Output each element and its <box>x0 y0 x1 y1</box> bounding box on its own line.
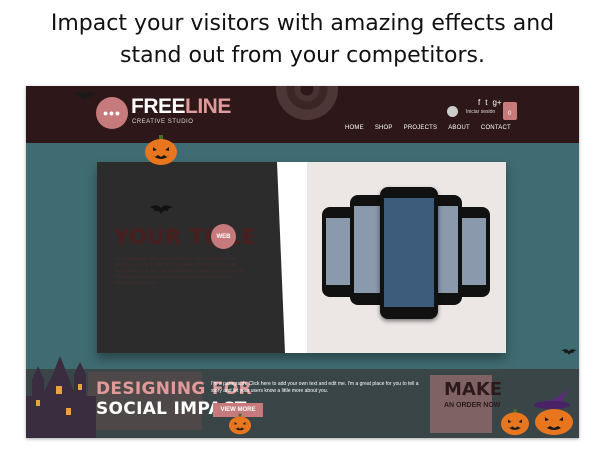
phone-center <box>380 187 438 319</box>
jack-o-lantern-icon <box>145 135 177 165</box>
brand-part-line: LINE <box>185 95 231 118</box>
jack-o-lantern-icon <box>501 408 529 436</box>
menu-item-home[interactable]: HOME <box>345 125 364 131</box>
hero-paragraph: I'm a paragraph. Click here to add your … <box>115 256 243 285</box>
logo-glyph: ••• <box>103 105 121 121</box>
haunted-house-icon <box>26 356 96 438</box>
facebook-icon[interactable]: f <box>478 98 480 107</box>
menu-item-about[interactable]: ABOUT <box>448 125 470 131</box>
site-header: ••• FREELINE CREATIVE STUDIO f t g+ Inic… <box>26 86 579 143</box>
cart-count: 0 <box>508 111 512 117</box>
witch-hat-pumpkin-icon <box>534 388 573 435</box>
bat-icon <box>561 349 577 355</box>
web-badge: WEB <box>211 224 236 249</box>
jack-o-lantern-icon <box>229 413 251 435</box>
main-menu: HOME SHOP PROJECTS ABOUT CONTACT <box>345 125 511 131</box>
brand-name[interactable]: FREELINE <box>131 95 231 119</box>
brand-part-free: FREE <box>131 95 186 118</box>
hero-section: YOUR TITLE WEB I'm a paragraph. Click he… <box>97 162 506 353</box>
headline-line-2: stand out from your competitors. <box>120 43 485 68</box>
website-preview: ••• FREELINE CREATIVE STUDIO f t g+ Inic… <box>26 86 579 438</box>
google-plus-icon[interactable]: g+ <box>492 98 501 107</box>
page-headline: Impact your visitors with amazing effect… <box>0 8 605 72</box>
make-heading: MAKE <box>444 379 503 400</box>
bat-icon <box>149 205 173 214</box>
menu-item-shop[interactable]: SHOP <box>375 125 393 131</box>
vinyl-record-decoration <box>276 86 338 120</box>
headline-line-1: Impact your visitors with amazing effect… <box>50 11 555 36</box>
bat-icon <box>74 92 96 100</box>
social-links: f t g+ <box>478 98 502 107</box>
banner-paragraph: I'm a paragraph. Click here to add your … <box>211 381 419 394</box>
twitter-icon[interactable]: t <box>485 98 487 107</box>
logo-icon[interactable]: ••• <box>96 97 128 129</box>
user-avatar-icon[interactable] <box>447 106 458 117</box>
login-link[interactable]: Iniciar sesión <box>466 109 495 115</box>
make-order-subheading[interactable]: AN ORDER NOW <box>444 402 500 409</box>
brand-tagline: CREATIVE STUDIO <box>132 119 194 125</box>
phones-image <box>322 187 492 327</box>
menu-item-contact[interactable]: CONTACT <box>481 125 511 131</box>
promo-banner: DESIGNING FOR SOCIAL IMPACT I'm a paragr… <box>26 369 579 438</box>
menu-item-projects[interactable]: PROJECTS <box>404 125 438 131</box>
